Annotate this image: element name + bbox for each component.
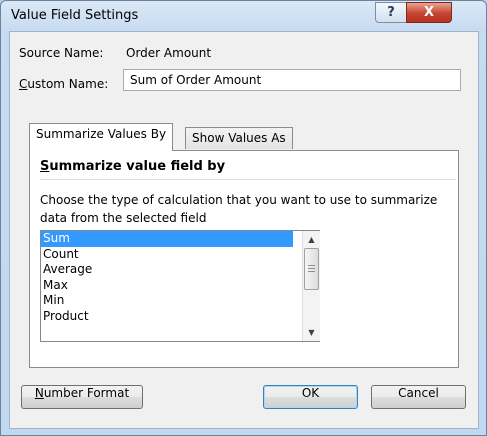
tab-show-values-as[interactable]: Show Values As <box>185 127 293 149</box>
scrollbar-thumb[interactable] <box>304 248 319 290</box>
dialog-title: Value Field Settings <box>11 8 139 23</box>
list-item-average[interactable]: Average <box>41 262 293 278</box>
tab-show-values-as-label: Show Values As <box>192 131 286 145</box>
grip-line <box>308 271 315 272</box>
ok-button[interactable]: OK <box>263 385 358 409</box>
list-item-sum[interactable]: Sum <box>41 231 293 247</box>
calculation-listbox[interactable]: Sum Count Average Max Min Product ▲ ▼ <box>40 230 320 342</box>
listbox-scrollbar[interactable]: ▲ ▼ <box>302 231 320 341</box>
grip-line <box>308 265 315 266</box>
list-item-max[interactable]: Max <box>41 278 293 294</box>
summarize-heading-accel: S <box>40 159 50 174</box>
number-format-label: umber Format <box>43 386 130 400</box>
summarize-heading: Summarize value field by <box>40 159 225 174</box>
list-item-product[interactable]: Product <box>41 309 293 325</box>
summarize-tab-panel: Summarize value field by Choose the type… <box>29 150 459 368</box>
list-item-min[interactable]: Min <box>41 293 293 309</box>
tab-summarize-values-by[interactable]: Summarize Values By <box>29 123 174 151</box>
help-button[interactable]: ? <box>375 2 407 23</box>
custom-name-label: Custom Name: <box>19 77 108 91</box>
close-button[interactable]: X <box>406 2 452 23</box>
cancel-button[interactable]: Cancel <box>371 385 466 409</box>
source-name-label: Source Name: <box>19 46 104 60</box>
custom-name-label-text: ustom Name: <box>27 77 109 91</box>
grip-line <box>308 268 315 269</box>
title-bar[interactable]: Value Field Settings ? X <box>1 1 486 31</box>
summarize-heading-text: ummarize value field by <box>49 159 226 174</box>
custom-name-input[interactable] <box>123 69 461 91</box>
summarize-description: Choose the type of calculation that you … <box>40 193 438 225</box>
number-format-button[interactable]: Number Format <box>21 385 143 409</box>
source-name-value: Order Amount <box>126 46 212 60</box>
tab-summarize-values-by-label: Summarize Values By <box>36 127 167 141</box>
chevron-down-icon[interactable]: ▼ <box>303 324 320 341</box>
chevron-up-icon[interactable]: ▲ <box>303 231 320 248</box>
list-item-count[interactable]: Count <box>41 247 293 263</box>
close-icon: X <box>423 5 435 20</box>
dialog-body: Source Name: Order Amount Custom Name: S… <box>9 31 479 429</box>
heading-divider <box>40 179 456 180</box>
value-field-settings-dialog: Value Field Settings ? X Source Name: Or… <box>0 0 487 436</box>
number-format-accel: N <box>34 386 44 400</box>
question-mark-icon: ? <box>387 5 395 20</box>
